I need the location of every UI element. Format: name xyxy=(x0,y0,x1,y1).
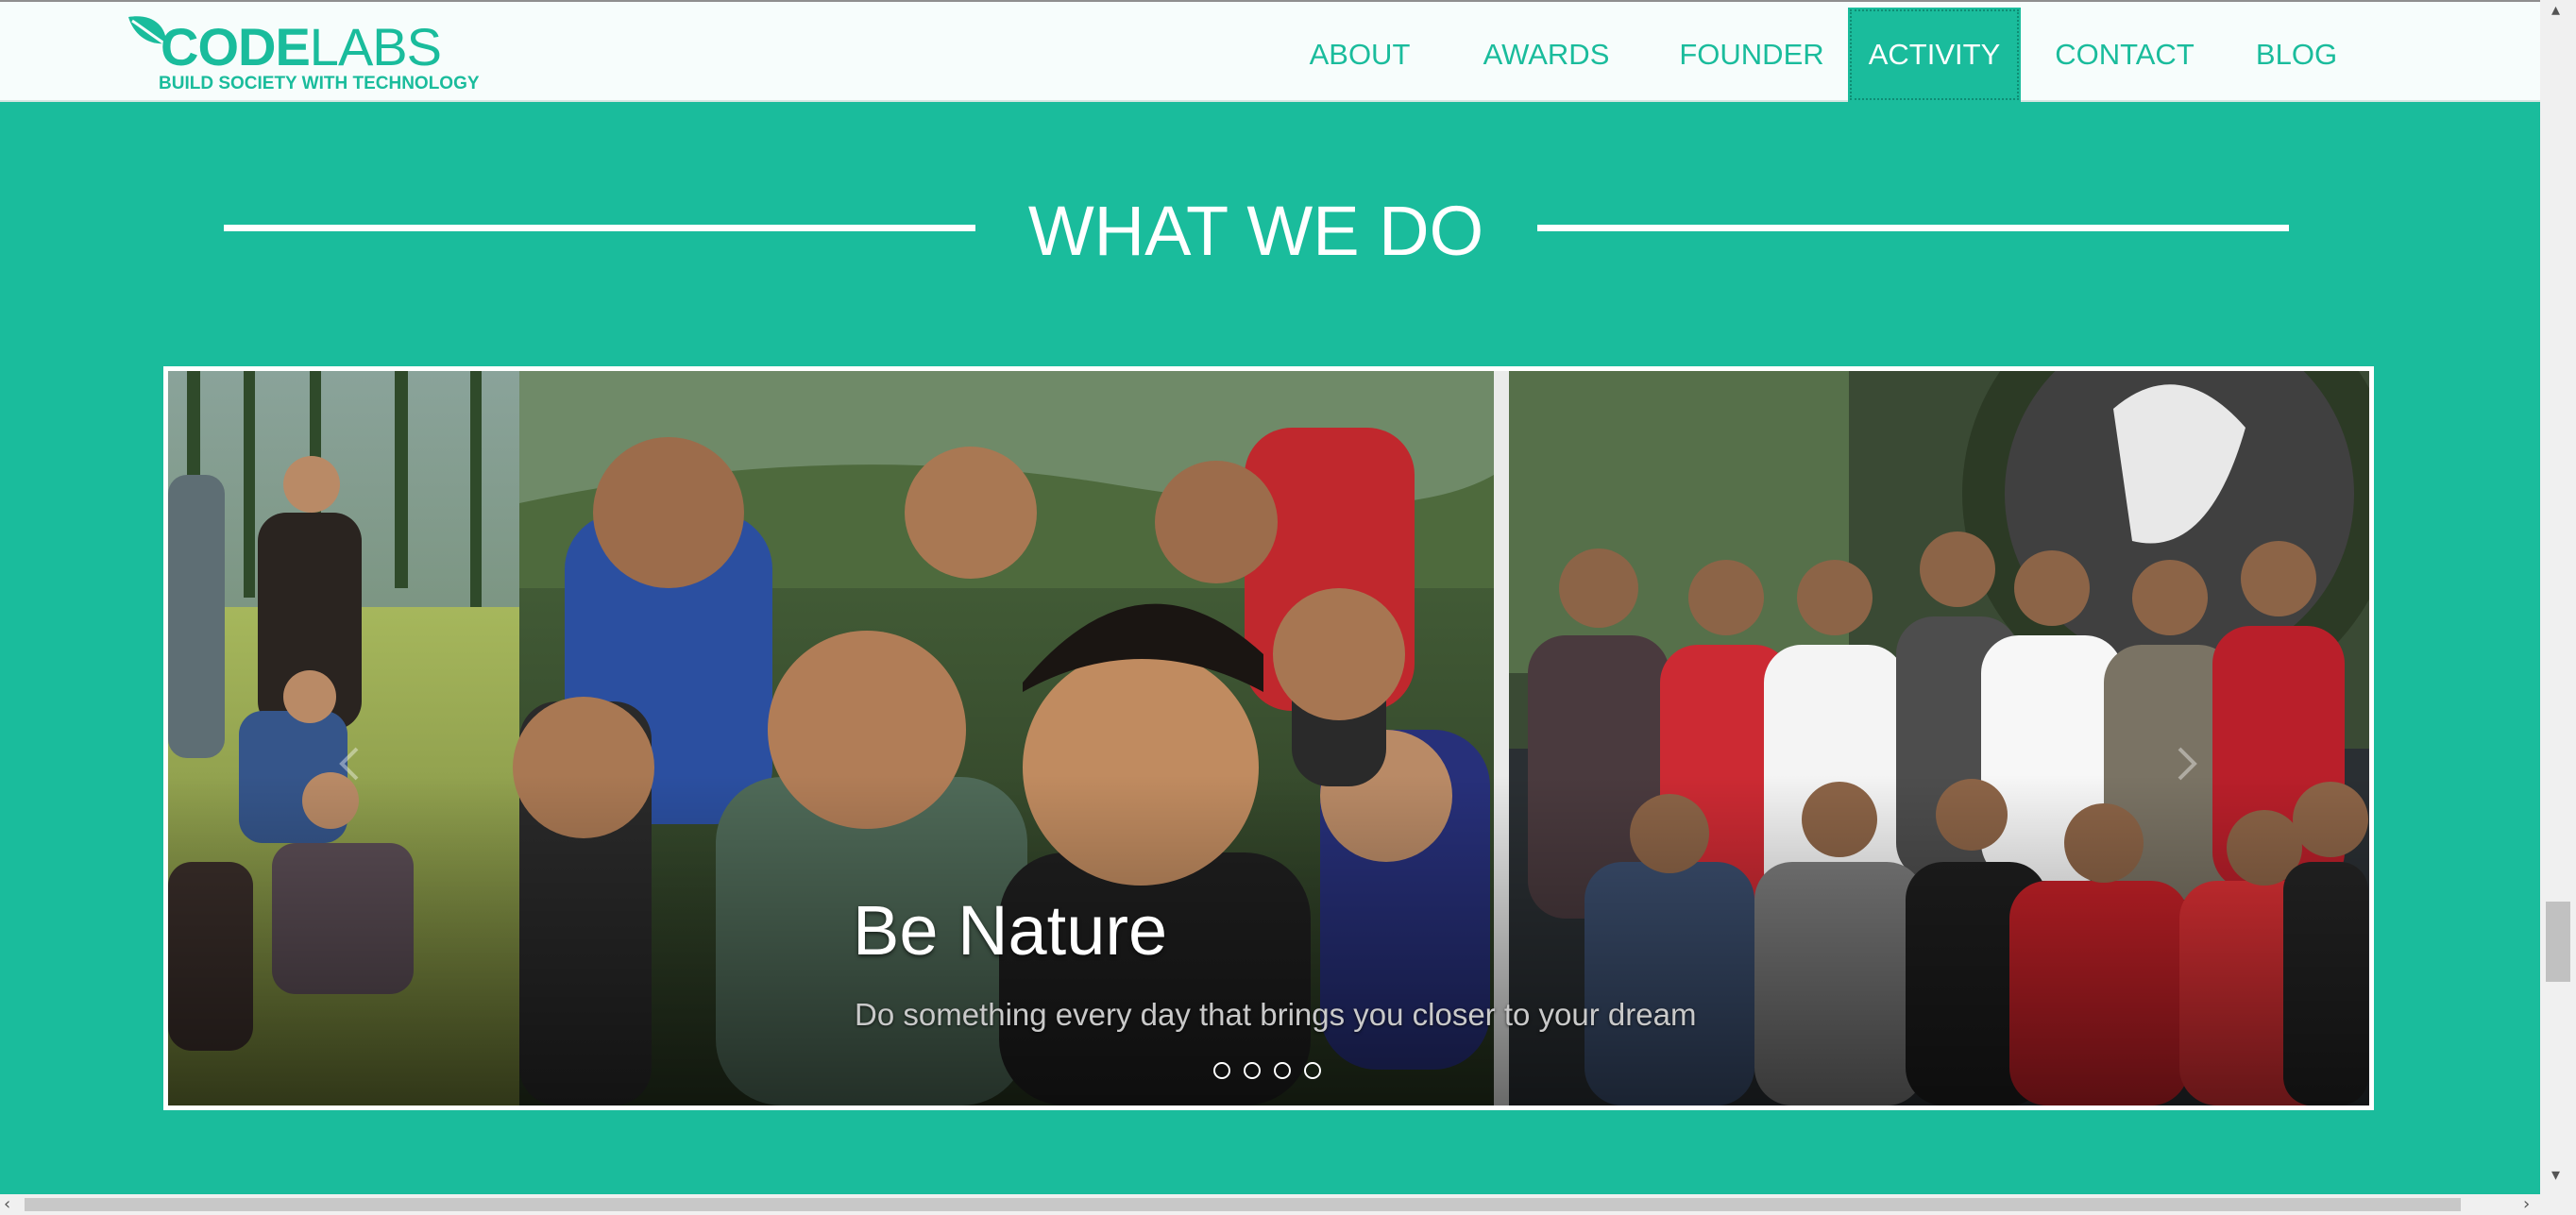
horizontal-scrollbar[interactable]: ‹ › xyxy=(0,1194,2576,1215)
nav-about[interactable]: ABOUT xyxy=(1284,8,1435,102)
logo-tagline: BUILD SOCIETY WITH TECHNOLOGY xyxy=(159,74,480,93)
title-rule-right xyxy=(1537,225,2289,231)
nav-founder[interactable]: FOUNDER xyxy=(1652,8,1851,102)
carousel-indicator-2[interactable] xyxy=(1244,1062,1261,1079)
section-title: WHAT WE DO xyxy=(1027,192,1484,270)
title-rule-left xyxy=(224,225,975,231)
scroll-down-icon[interactable]: ▾ xyxy=(2551,1167,2560,1184)
codelabs-logo[interactable]: CODELABS BUILD SOCIETY WITH TECHNOLOGY xyxy=(123,11,480,94)
nav-blog[interactable]: BLOG xyxy=(2230,8,2363,102)
carousel-indicator-3[interactable] xyxy=(1274,1062,1291,1079)
activity-carousel[interactable]: Be Nature Do something every day that br… xyxy=(163,366,2374,1110)
logo-wordmark: CODELABS xyxy=(161,17,442,76)
carousel-indicator-4[interactable] xyxy=(1304,1062,1321,1079)
carousel-indicator-1[interactable] xyxy=(1213,1062,1230,1079)
slide-caption-text: Do something every day that brings you c… xyxy=(855,997,1697,1032)
slide-caption-title: Be Nature xyxy=(853,891,1168,970)
scroll-left-icon[interactable]: ‹ xyxy=(4,1196,10,1213)
nav-contact[interactable]: CONTACT xyxy=(2030,8,2219,102)
horizontal-scroll-thumb[interactable] xyxy=(25,1198,2461,1211)
vertical-scroll-thumb[interactable] xyxy=(2546,902,2570,982)
top-navbar: CODELABS BUILD SOCIETY WITH TECHNOLOGY A… xyxy=(0,0,2540,102)
carousel-photo xyxy=(168,371,2369,1105)
nav-awards[interactable]: AWARDS xyxy=(1464,8,1629,102)
scroll-right-icon[interactable]: › xyxy=(2523,1196,2530,1213)
scroll-up-icon[interactable]: ▴ xyxy=(2551,2,2560,19)
nav-activity[interactable]: ACTIVITY xyxy=(1848,8,2021,102)
vertical-scrollbar[interactable]: ▴ ▾ xyxy=(2540,0,2576,1194)
